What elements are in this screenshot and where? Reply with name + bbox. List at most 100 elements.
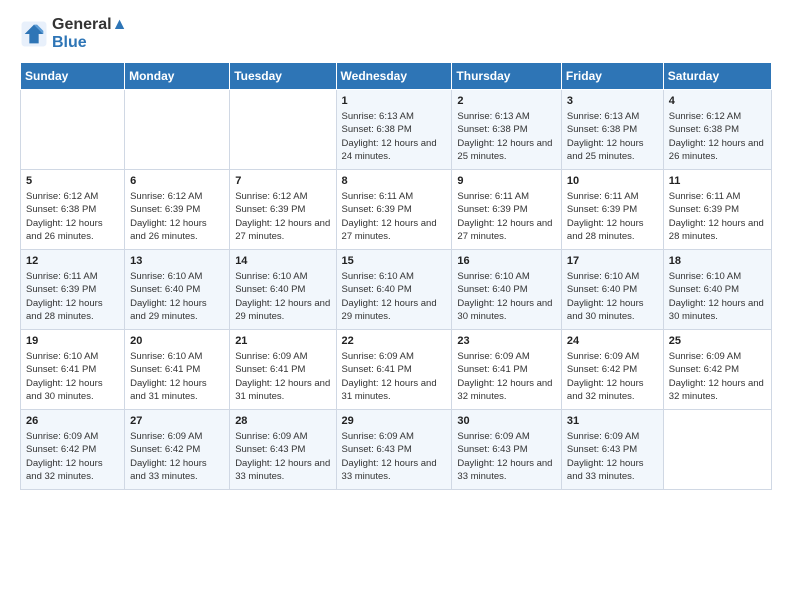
day-info: Sunrise: 6:12 AM Sunset: 6:39 PM Dayligh…	[130, 190, 224, 243]
day-info: Sunrise: 6:09 AM Sunset: 6:41 PM Dayligh…	[457, 350, 556, 403]
day-info: Sunrise: 6:12 AM Sunset: 6:38 PM Dayligh…	[669, 110, 766, 163]
calendar-cell	[21, 90, 125, 170]
day-info: Sunrise: 6:10 AM Sunset: 6:41 PM Dayligh…	[130, 350, 224, 403]
day-info: Sunrise: 6:09 AM Sunset: 6:42 PM Dayligh…	[567, 350, 658, 403]
day-number: 15	[342, 255, 447, 267]
day-info: Sunrise: 6:11 AM Sunset: 6:39 PM Dayligh…	[669, 190, 766, 243]
calendar-cell: 4Sunrise: 6:12 AM Sunset: 6:38 PM Daylig…	[663, 90, 771, 170]
calendar-cell: 14 Sunrise: 6:10 AM Sunset: 6:40 PM Dayli…	[230, 250, 336, 330]
day-number: 23	[457, 335, 556, 347]
day-info: Sunrise: 6:09 AM Sunset: 6:41 PM Dayligh…	[342, 350, 447, 403]
day-info: Sunrise: 6:11 AM Sunset: 6:39 PM Dayligh…	[342, 190, 447, 243]
calendar-cell: 3 Sunrise: 6:13 AM Sunset: 6:38 PM Daylig…	[561, 90, 663, 170]
weekday-header-tuesday: Tuesday	[230, 63, 336, 90]
day-number: 12	[26, 255, 119, 267]
calendar-cell: 20Sunrise: 6:10 AM Sunset: 6:41 PM Dayli…	[125, 330, 230, 410]
weekday-header-thursday: Thursday	[452, 63, 562, 90]
calendar-cell: 10 Sunrise: 6:11 AM Sunset: 6:39 PM Dayli…	[561, 170, 663, 250]
weekday-header-friday: Friday	[561, 63, 663, 90]
day-info: Sunrise: 6:09 AM Sunset: 6:43 PM Dayligh…	[235, 430, 330, 483]
calendar-cell: 26Sunrise: 6:09 AM Sunset: 6:42 PM Dayli…	[21, 410, 125, 490]
calendar-cell: 31 Sunrise: 6:09 AM Sunset: 6:43 PM Dayli…	[561, 410, 663, 490]
calendar-cell: 12Sunrise: 6:11 AM Sunset: 6:39 PM Dayli…	[21, 250, 125, 330]
weekday-header-sunday: Sunday	[21, 63, 125, 90]
day-info: Sunrise: 6:09 AM Sunset: 6:42 PM Dayligh…	[130, 430, 224, 483]
calendar-table: SundayMondayTuesdayWednesdayThursdayFrid…	[20, 62, 772, 490]
day-info: Sunrise: 6:09 AM Sunset: 6:43 PM Dayligh…	[567, 430, 658, 483]
day-info: Sunrise: 6:10 AM Sunset: 6:40 PM Dayligh…	[130, 270, 224, 323]
calendar-cell: 2 Sunrise: 6:13 AM Sunset: 6:38 PM Daylig…	[452, 90, 562, 170]
weekday-header-wednesday: Wednesday	[336, 63, 452, 90]
calendar-cell: 9Sunrise: 6:11 AM Sunset: 6:39 PM Daylig…	[452, 170, 562, 250]
calendar-week-row: 5 Sunrise: 6:12 AM Sunset: 6:38 PM Daylig…	[21, 170, 772, 250]
day-info: Sunrise: 6:09 AM Sunset: 6:41 PM Dayligh…	[235, 350, 330, 403]
day-info: Sunrise: 6:11 AM Sunset: 6:39 PM Dayligh…	[457, 190, 556, 243]
calendar-cell: 7Sunrise: 6:12 AM Sunset: 6:39 PM Daylig…	[230, 170, 336, 250]
calendar-cell: 6 Sunrise: 6:12 AM Sunset: 6:39 PM Daylig…	[125, 170, 230, 250]
calendar-cell	[230, 90, 336, 170]
day-info: Sunrise: 6:11 AM Sunset: 6:39 PM Dayligh…	[567, 190, 658, 243]
day-number: 6	[130, 175, 224, 187]
day-number: 7	[235, 175, 330, 187]
calendar-cell: 17 Sunrise: 6:10 AM Sunset: 6:40 PM Dayli…	[561, 250, 663, 330]
weekday-header-monday: Monday	[125, 63, 230, 90]
day-number: 1	[342, 95, 447, 107]
day-number: 14	[235, 255, 330, 267]
calendar-cell: 24 Sunrise: 6:09 AM Sunset: 6:42 PM Dayli…	[561, 330, 663, 410]
day-number: 24	[567, 335, 658, 347]
day-number: 11	[669, 175, 766, 187]
day-number: 31	[567, 415, 658, 427]
calendar-cell: 11 Sunrise: 6:11 AM Sunset: 6:39 PM Dayli…	[663, 170, 771, 250]
calendar-cell: 30Sunrise: 6:09 AM Sunset: 6:43 PM Dayli…	[452, 410, 562, 490]
calendar-cell: 8 Sunrise: 6:11 AM Sunset: 6:39 PM Daylig…	[336, 170, 452, 250]
calendar-cell: 16Sunrise: 6:10 AM Sunset: 6:40 PM Dayli…	[452, 250, 562, 330]
calendar-cell: 28 Sunrise: 6:09 AM Sunset: 6:43 PM Dayli…	[230, 410, 336, 490]
day-number: 18	[669, 255, 766, 267]
day-info: Sunrise: 6:09 AM Sunset: 6:43 PM Dayligh…	[457, 430, 556, 483]
day-info: Sunrise: 6:10 AM Sunset: 6:40 PM Dayligh…	[342, 270, 447, 323]
day-number: 29	[342, 415, 447, 427]
day-number: 16	[457, 255, 556, 267]
day-info: Sunrise: 6:12 AM Sunset: 6:38 PM Dayligh…	[26, 190, 119, 243]
calendar-cell: 15 Sunrise: 6:10 AM Sunset: 6:40 PM Dayli…	[336, 250, 452, 330]
day-number: 26	[26, 415, 119, 427]
logo-text: General▲ Blue	[52, 16, 127, 52]
logo-icon	[20, 20, 48, 48]
weekday-header-saturday: Saturday	[663, 63, 771, 90]
day-number: 27	[130, 415, 224, 427]
calendar-cell: 1Sunrise: 6:13 AM Sunset: 6:38 PM Daylig…	[336, 90, 452, 170]
day-number: 17	[567, 255, 658, 267]
day-number: 19	[26, 335, 119, 347]
calendar-week-row: 1 Sunrise: 6:13 AM Sunset: 6:38 PM Daylig…	[21, 90, 772, 170]
day-number: 28	[235, 415, 330, 427]
calendar-cell: 5 Sunrise: 6:12 AM Sunset: 6:38 PM Daylig…	[21, 170, 125, 250]
calendar-cell: 13 Sunrise: 6:10 AM Sunset: 6:40 PM Dayli…	[125, 250, 230, 330]
day-number: 3	[567, 95, 658, 107]
calendar-cell	[125, 90, 230, 170]
day-number: 13	[130, 255, 224, 267]
day-info: Sunrise: 6:13 AM Sunset: 6:38 PM Dayligh…	[567, 110, 658, 163]
day-number: 10	[567, 175, 658, 187]
calendar-cell: 29Sunrise: 6:09 AM Sunset: 6:43 PM Dayli…	[336, 410, 452, 490]
calendar-cell	[663, 410, 771, 490]
day-info: Sunrise: 6:10 AM Sunset: 6:40 PM Dayligh…	[235, 270, 330, 323]
day-info: Sunrise: 6:09 AM Sunset: 6:42 PM Dayligh…	[669, 350, 766, 403]
calendar-cell: 23 Sunrise: 6:09 AM Sunset: 6:41 PM Dayli…	[452, 330, 562, 410]
calendar-cell: 27 Sunrise: 6:09 AM Sunset: 6:42 PM Dayli…	[125, 410, 230, 490]
calendar-week-row: 26 Sunrise: 6:09 AM Sunset: 6:42 PM Dayli…	[21, 410, 772, 490]
calendar-cell: 18Sunrise: 6:10 AM Sunset: 6:40 PM Dayli…	[663, 250, 771, 330]
logo: General▲ Blue	[20, 16, 127, 52]
calendar-header-row: SundayMondayTuesdayWednesdayThursdayFrid…	[21, 63, 772, 90]
day-number: 5	[26, 175, 119, 187]
day-number: 25	[669, 335, 766, 347]
day-number: 2	[457, 95, 556, 107]
calendar-cell: 25 Sunrise: 6:09 AM Sunset: 6:42 PM Dayli…	[663, 330, 771, 410]
day-number: 8	[342, 175, 447, 187]
page: General▲ Blue SundayMondayTuesdayWednesd…	[0, 0, 792, 612]
day-info: Sunrise: 6:13 AM Sunset: 6:38 PM Dayligh…	[457, 110, 556, 163]
day-number: 22	[342, 335, 447, 347]
calendar-cell: 21Sunrise: 6:09 AM Sunset: 6:41 PM Dayli…	[230, 330, 336, 410]
calendar-week-row: 12Sunrise: 6:11 AM Sunset: 6:39 PM Dayli…	[21, 250, 772, 330]
day-info: Sunrise: 6:10 AM Sunset: 6:41 PM Dayligh…	[26, 350, 119, 403]
day-info: Sunrise: 6:10 AM Sunset: 6:40 PM Dayligh…	[567, 270, 658, 323]
